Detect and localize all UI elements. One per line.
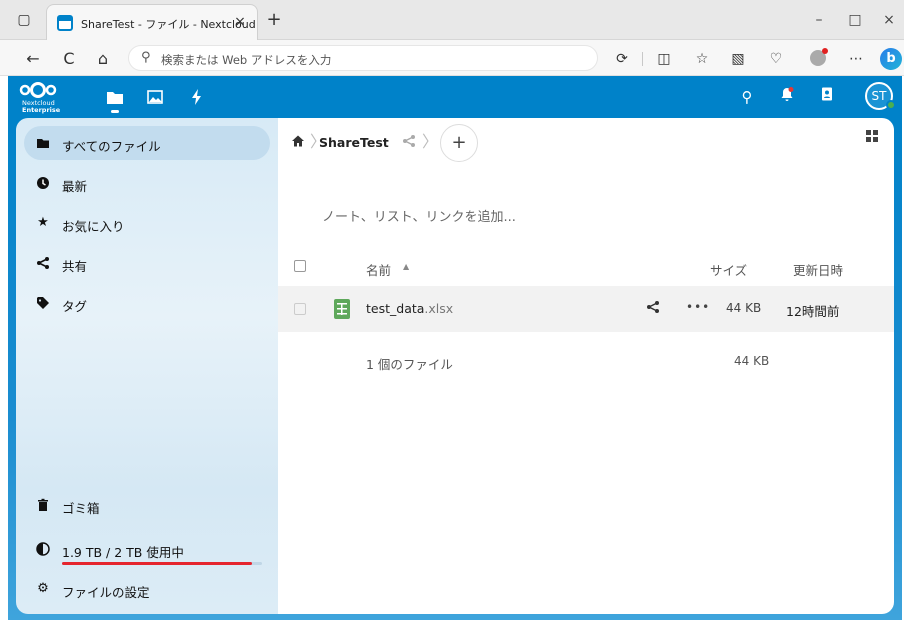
nextcloud-logo-icon	[19, 82, 57, 98]
file-basename: test_data	[366, 301, 425, 316]
profile-avatar[interactable]	[810, 48, 828, 66]
search-icon: ⚲	[141, 50, 151, 65]
more-menu-button[interactable]: ⋯	[846, 49, 866, 69]
split-screen-icon[interactable]: ◫	[654, 49, 674, 69]
column-size-header[interactable]: サイズ	[710, 260, 747, 279]
breadcrumb-current[interactable]: ShareTest	[319, 135, 389, 150]
favorites-icon[interactable]: ☆	[692, 49, 712, 69]
column-name-header[interactable]: 名前	[366, 260, 391, 279]
extensions-icon[interactable]: ⟳	[612, 49, 632, 69]
tab-actions-icon[interactable]: ▢	[16, 12, 32, 28]
tab-title: ShareTest - ファイル - Nextcloud	[81, 18, 256, 31]
address-input[interactable]: 検索または Web アドレスを入力	[161, 52, 331, 68]
breadcrumb-separator-icon: 〉	[310, 132, 327, 151]
quota-progress-fill	[62, 562, 252, 565]
sidebar-item-label: すべてのファイル	[62, 139, 161, 154]
file-list-header: 名前 ▲ サイズ 更新日時	[278, 250, 894, 284]
sidebar-item-trash[interactable]: ゴミ箱	[24, 488, 270, 522]
toolbar-divider	[642, 52, 643, 66]
contacts-icon[interactable]	[816, 86, 838, 108]
sidebar-quota: 1.9 TB / 2 TB 使用中	[24, 532, 270, 566]
folder-icon	[36, 136, 50, 150]
sort-ascending-icon: ▲	[403, 262, 410, 271]
clock-icon	[36, 176, 50, 190]
browser-essentials-icon[interactable]: ♡	[766, 49, 786, 69]
nextcloud-header: Nextcloud Enterprise ⚲ ST	[8, 76, 902, 118]
app-navigation: すべてのファイル 最新 ★ お気に入り 共有 タグ ゴミ箱 1.9 TB / 2…	[16, 118, 278, 614]
new-tab-button[interactable]: +	[264, 10, 284, 30]
notifications-icon[interactable]	[776, 86, 798, 108]
pie-chart-icon	[36, 542, 50, 556]
share-icon[interactable]	[646, 300, 660, 318]
more-actions-icon[interactable]: •••	[686, 300, 710, 314]
gear-icon: ⚙	[37, 581, 49, 596]
quota-text: 1.9 TB / 2 TB 使用中	[62, 545, 184, 560]
back-button[interactable]: ←	[22, 48, 44, 70]
spreadsheet-icon	[334, 299, 350, 319]
sidebar-item-settings[interactable]: ⚙ ファイルの設定	[24, 572, 270, 606]
select-all-checkbox[interactable]	[294, 260, 306, 272]
sidebar-item-label: お気に入り	[62, 219, 125, 234]
star-icon: ★	[37, 215, 49, 230]
sidebar-item-label: タグ	[62, 299, 88, 314]
file-modified: 12時間前	[786, 304, 840, 319]
tab-favicon-icon	[57, 15, 73, 31]
user-status-indicator	[886, 100, 896, 110]
breadcrumb-separator-icon: 〉	[422, 132, 439, 151]
share-icon	[36, 256, 50, 270]
sidebar-item-label: ゴミ箱	[62, 501, 100, 516]
tab-close-button[interactable]: ×	[231, 13, 249, 31]
collections-icon[interactable]: ▧	[728, 49, 748, 69]
files-content: 〉 ShareTest 〉 + ノート、リスト、リンクを追加... 名前 ▲ サ…	[278, 118, 894, 614]
column-modified-header[interactable]: 更新日時	[793, 260, 843, 279]
home-icon[interactable]	[290, 134, 306, 150]
sidebar-item-tags[interactable]: タグ	[24, 286, 270, 320]
browser-tab-strip: ▢ ShareTest - ファイル - Nextcloud × + – □ ×	[0, 0, 904, 40]
maximize-button[interactable]: □	[840, 8, 870, 32]
quota-progress-bar	[62, 562, 262, 565]
files-app-icon[interactable]	[104, 86, 126, 113]
new-file-button[interactable]: +	[440, 124, 478, 162]
file-size: 44 KB	[726, 301, 762, 315]
logo-caption: Nextcloud Enterprise	[22, 100, 60, 114]
grid-view-toggle-icon[interactable]	[866, 130, 880, 144]
folder-share-icon[interactable]	[402, 134, 416, 152]
logo-caption-line2: Enterprise	[22, 106, 61, 114]
sidebar-item-shares[interactable]: 共有	[24, 246, 270, 280]
total-size-summary: 44 KB	[734, 354, 770, 368]
rich-workspace-placeholder[interactable]: ノート、リスト、リンクを追加...	[322, 206, 516, 225]
file-row[interactable]: test_data.xlsx ••• 44 KB 12時間前	[278, 286, 894, 332]
browser-toolbar: ← C ⌂ ⚲ 検索または Web アドレスを入力 ⟳ ◫ ☆ ▧ ♡ ⋯ b	[0, 40, 904, 76]
sidebar-item-recent[interactable]: 最新	[24, 166, 270, 200]
trash-icon	[36, 498, 50, 512]
close-window-button[interactable]: ×	[874, 8, 904, 32]
sidebar-item-label: ファイルの設定	[62, 585, 150, 600]
activity-app-icon[interactable]	[186, 86, 208, 108]
address-bar[interactable]: ⚲ 検索または Web アドレスを入力	[128, 45, 598, 71]
file-name[interactable]: test_data.xlsx	[366, 301, 453, 316]
file-extension: .xlsx	[424, 301, 454, 316]
copilot-button[interactable]: b	[880, 48, 902, 70]
sidebar-item-label: 共有	[62, 259, 88, 274]
photos-app-icon[interactable]	[144, 86, 166, 108]
reload-button[interactable]: C	[58, 48, 80, 70]
file-select-checkbox[interactable]	[294, 303, 306, 315]
file-count-summary: 1 個のファイル	[366, 357, 453, 372]
minimize-button[interactable]: –	[804, 8, 834, 32]
tag-icon	[36, 296, 50, 310]
sidebar-item-all-files[interactable]: すべてのファイル	[24, 126, 270, 160]
sidebar-item-favorites[interactable]: ★ お気に入り	[24, 206, 270, 240]
home-button[interactable]: ⌂	[92, 48, 114, 70]
browser-tab[interactable]: ShareTest - ファイル - Nextcloud ×	[46, 4, 258, 40]
search-icon[interactable]: ⚲	[736, 86, 758, 108]
sidebar-item-label: 最新	[62, 179, 88, 194]
